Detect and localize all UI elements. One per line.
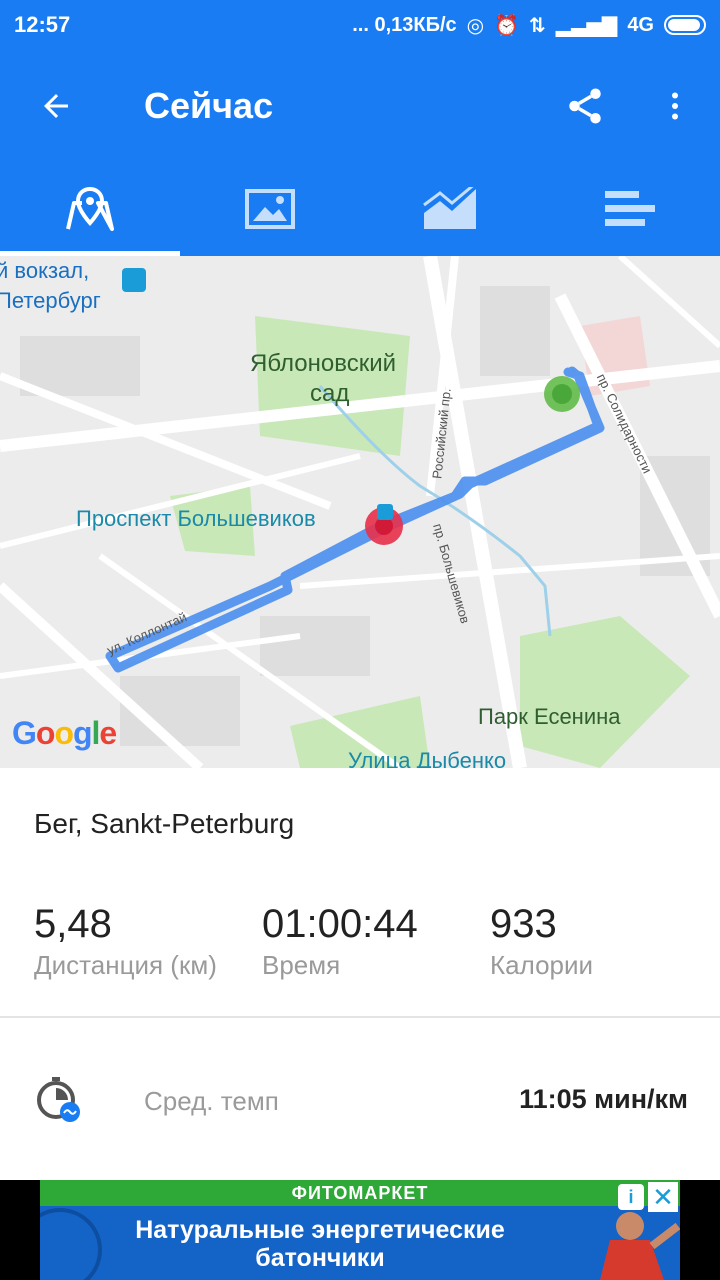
stopwatch-icon <box>37 1077 80 1122</box>
app-bar: Сейчас <box>0 50 720 162</box>
stat-value: 5,48 <box>34 902 112 946</box>
map-label-park: Парк Есенина <box>478 704 621 729</box>
arrow-left-icon <box>44 94 68 118</box>
pace-row: Сред. темп 11:05 мин/км <box>0 1060 720 1140</box>
back-button[interactable] <box>0 50 112 162</box>
ad-brand: ФИТОМАРКЕТ <box>40 1180 680 1206</box>
stat-time: 01:00:44 Время <box>262 900 418 981</box>
battery-icon <box>664 15 706 35</box>
route-map[interactable]: й вокзал, Петербург Яблоновский сад Прос… <box>0 256 720 768</box>
ad-close-icon[interactable]: ✕ <box>648 1182 678 1212</box>
map-label-metro: Проспект Большевиков <box>76 506 316 531</box>
stat-calories: 933 Калории <box>490 900 593 981</box>
network-type: 4G <box>627 13 654 36</box>
more-options-button[interactable] <box>630 50 720 162</box>
data-transfer-icon: ⇅ <box>529 14 546 37</box>
bars-icon <box>605 191 655 226</box>
stat-distance: 5,48 Дистанция (км) <box>34 900 217 981</box>
share-icon <box>569 88 601 124</box>
stats-row: 5,48 Дистанция (км) 01:00:44 Время 933 К… <box>34 900 694 990</box>
map-label-metro-dybenko: Улица Дыбенко <box>348 748 507 768</box>
app-actions <box>540 50 720 162</box>
alarm-icon: ⏰ <box>494 14 520 37</box>
activity-title: Бег, Sankt-Peterburg <box>34 808 295 839</box>
hotspot-icon: ◎ <box>466 14 485 37</box>
map-label-garden: Яблоновский <box>250 350 397 377</box>
signal-icon: ▂▃▅▇ <box>555 14 618 37</box>
ad-banner[interactable]: ФИТОМАРКЕТ Натуральные энергетические ба… <box>0 1180 720 1280</box>
tab-laps[interactable] <box>540 162 720 256</box>
tab-map[interactable] <box>0 162 180 256</box>
map-label-garden-2: сад <box>310 380 350 407</box>
ad-content[interactable]: ФИТОМАРКЕТ Натуральные энергетические ба… <box>40 1180 680 1280</box>
pace-label: Сред. темп <box>144 1086 279 1116</box>
tab-photos[interactable] <box>180 162 360 256</box>
map-label-station-city: Петербург <box>0 288 101 313</box>
google-logo: Google <box>12 715 117 751</box>
share-button[interactable] <box>540 50 630 162</box>
chart-area-icon <box>423 187 476 229</box>
stat-value: 933 <box>490 902 557 946</box>
map-icon <box>66 186 114 231</box>
map-label-station: й вокзал, <box>0 258 90 283</box>
page-title: Сейчас <box>144 85 274 126</box>
stat-label: Время <box>262 950 341 980</box>
status-indicators: ... 0,13КБ/с ◎ ⏰ ⇅ ▂▃▅▇ 4G <box>352 13 706 38</box>
stat-label: Дистанция (км) <box>34 950 217 980</box>
athlete-image <box>600 1212 680 1280</box>
ad-info-icon[interactable]: i <box>618 1184 644 1210</box>
tab-charts[interactable] <box>360 162 540 256</box>
more-vertical-icon <box>672 92 678 120</box>
image-icon <box>245 189 295 229</box>
stat-value: 01:00:44 <box>262 902 418 946</box>
network-speed: ... 0,13КБ/с <box>352 13 457 36</box>
pace-value: 11:05 мин/км <box>519 1084 688 1114</box>
divider <box>0 1016 720 1018</box>
ad-text: Натуральные энергетические батончики <box>135 1216 505 1272</box>
status-time: 12:57 <box>14 12 71 37</box>
tab-bar <box>0 162 720 256</box>
status-bar: 12:57 ... 0,13КБ/с ◎ ⏰ ⇅ ▂▃▅▇ 4G <box>0 0 720 50</box>
stat-label: Калории <box>490 950 594 980</box>
